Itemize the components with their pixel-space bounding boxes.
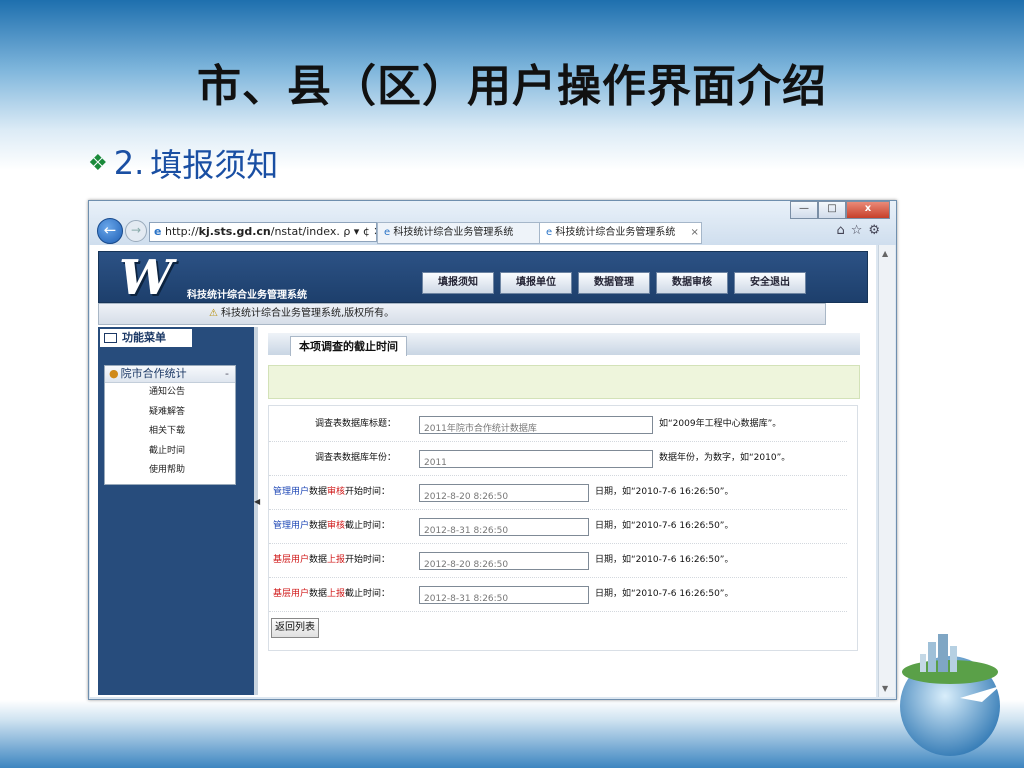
base-report-end-input[interactable]: 2012-8-31 8:26:50	[419, 586, 589, 604]
form-row: 基层用户数据上报开始时间： 2012-8-20 8:26:50 日期，如“201…	[269, 544, 847, 578]
form-row: 管理用户数据审核截止时间： 2012-8-31 8:26:50 日期，如“201…	[269, 510, 847, 544]
menu-data-manage[interactable]: 数据管理	[578, 272, 650, 294]
section-title: 本项调查的截止时间	[290, 336, 407, 356]
address-bar[interactable]: e http://kj.sts.gd.cn/nstat/index. ρ ▾ ¢…	[149, 222, 377, 242]
address-domain: kj.sts.gd.cn	[198, 225, 271, 238]
close-tab-icon[interactable]: ×	[691, 227, 699, 238]
sidebar-item-deadline[interactable]: 截止时间	[105, 442, 235, 462]
address-path: /nstat/index.	[270, 225, 340, 238]
field-label: 管理用户数据审核截止时间：	[273, 521, 391, 531]
field-hint: 日期，如“2010-7-6 16:26:50”。	[595, 487, 734, 497]
browser-toolbar-icons[interactable]: ⌂☆⚙	[836, 223, 886, 238]
menu-fill-notice[interactable]: 填报须知	[422, 272, 494, 294]
sidebar-item-help[interactable]: 使用帮助	[105, 461, 235, 481]
ie-tab-icon: e	[546, 227, 553, 238]
section-tab-bar: 本项调查的截止时间	[268, 333, 860, 356]
browser-tab-2[interactable]: e 科技统计综合业务管理系统 ×	[539, 222, 702, 244]
main-content: 本项调查的截止时间 调查表数据库标题： 2011年院市合作统计数据库 如“200…	[268, 327, 860, 697]
subtitle-text: 填报须知	[150, 146, 279, 184]
sidebar-group-label: 院市合作统计	[120, 367, 187, 380]
form-row: 管理用户数据审核开始时间： 2012-8-20 8:26:50 日期，如“201…	[269, 476, 847, 510]
collapse-icon[interactable]: -	[225, 366, 229, 382]
field-hint: 日期，如“2010-7-6 16:26:50”。	[595, 521, 734, 531]
system-name: 科技统计综合业务管理系统	[187, 290, 307, 301]
notice-text: 科技统计综合业务管理系统,版权所有。	[220, 308, 395, 319]
back-arrow-icon[interactable]: ←	[97, 218, 123, 244]
browser-titlebar: — □ x ← → e http://kj.sts.gd.cn/nstat/in…	[89, 201, 896, 245]
collapse-arrow-icon[interactable]: ◀	[254, 497, 260, 506]
warning-icon: ⚠	[209, 308, 218, 319]
app-header: W 科技统计综合业务管理系统 填报须知 填报单位 数据管理 数据审核 安全退出	[98, 250, 868, 306]
field-hint: 数据年份，为数字，如“2010”。	[659, 453, 791, 463]
minimize-button[interactable]: —	[790, 201, 818, 219]
menu-data-audit[interactable]: 数据审核	[656, 272, 728, 294]
form-row: 调查表数据库年份： 2011 数据年份，为数字，如“2010”。	[269, 442, 847, 476]
field-hint: 日期，如“2010-7-6 16:26:50”。	[595, 555, 734, 565]
browser-tab-1[interactable]: e 科技统计综合业务管理系统	[377, 222, 541, 244]
address-actions[interactable]: ρ ▾ ¢ ✕	[343, 225, 376, 238]
deadline-form: 调查表数据库标题： 2011年院市合作统计数据库 如“2009年工程中心数据库”…	[268, 405, 858, 651]
forward-arrow-icon[interactable]: →	[125, 220, 147, 242]
field-label: 调查表数据库标题：	[315, 419, 397, 429]
sidebar-item-faq[interactable]: 疑难解答	[105, 403, 235, 423]
sidebar-item-notice[interactable]: 通知公告	[105, 383, 235, 403]
diamond-bullet-icon: ❖	[88, 150, 108, 176]
subtitle-number: 2.	[113, 144, 145, 182]
top-menu: 填报须知 填报单位 数据管理 数据审核 安全退出	[422, 272, 806, 294]
user-icon: ●	[109, 367, 119, 380]
sidebar-group-header[interactable]: ● 院市合作统计 -	[105, 366, 235, 383]
sidebar: 功能菜单 ● 院市合作统计 - 通知公告 疑难解答 相关下载 截止时间 使用帮助	[98, 327, 254, 695]
browser-window: — □ x ← → e http://kj.sts.gd.cn/nstat/in…	[88, 200, 897, 700]
form-row: 基层用户数据上报截止时间： 2012-8-31 8:26:50 日期，如“201…	[269, 578, 847, 612]
tab-label: 科技统计综合业务管理系统	[393, 227, 514, 238]
scroll-up-icon[interactable]: ▲	[882, 249, 888, 258]
info-banner	[268, 365, 860, 399]
scroll-down-icon[interactable]: ▼	[882, 684, 888, 693]
ie-tab-icon: e	[384, 227, 391, 238]
field-label: 基层用户数据上报开始时间：	[273, 555, 391, 565]
app-logo: W	[119, 250, 173, 306]
monitor-icon	[104, 333, 117, 343]
maximize-button[interactable]: □	[818, 201, 846, 219]
field-hint: 日期，如“2010-7-6 16:26:50”。	[595, 589, 734, 599]
admin-audit-end-input[interactable]: 2012-8-31 8:26:50	[419, 518, 589, 536]
field-label: 基层用户数据上报截止时间：	[273, 589, 391, 599]
form-row: 调查表数据库标题： 2011年院市合作统计数据库 如“2009年工程中心数据库”…	[269, 408, 847, 442]
base-report-start-input[interactable]: 2012-8-20 8:26:50	[419, 552, 589, 570]
db-year-input[interactable]: 2011	[419, 450, 653, 468]
sidebar-tab[interactable]: 功能菜单	[100, 329, 192, 347]
address-prefix: http://	[164, 225, 199, 238]
globe-city-decoration-icon	[900, 634, 1000, 756]
menu-fill-unit[interactable]: 填报单位	[500, 272, 572, 294]
admin-audit-start-input[interactable]: 2012-8-20 8:26:50	[419, 484, 589, 502]
field-hint: 如“2009年工程中心数据库”。	[659, 419, 782, 429]
db-title-input[interactable]: 2011年院市合作统计数据库	[419, 416, 653, 434]
slide-subtitle: ❖ 2. 填报须知	[88, 140, 278, 186]
sidebar-tab-label: 功能菜单	[122, 331, 166, 344]
slide-title: 市、县（区）用户操作界面介绍	[197, 61, 827, 112]
ie-logo-icon: e	[154, 225, 162, 238]
field-label: 调查表数据库年份：	[315, 453, 397, 463]
sidebar-item-downloads[interactable]: 相关下载	[105, 422, 235, 442]
notice-bar: ⚠ 科技统计综合业务管理系统,版权所有。	[98, 303, 826, 325]
close-window-button[interactable]: x	[846, 201, 890, 219]
back-to-list-button[interactable]: 返回列表	[271, 618, 319, 638]
tab-label: 科技统计综合业务管理系统	[555, 227, 676, 238]
page-viewport: W 科技统计综合业务管理系统 填报须知 填报单位 数据管理 数据审核 安全退出 …	[90, 245, 876, 697]
field-label: 管理用户数据审核开始时间：	[273, 487, 391, 497]
sidebar-splitter[interactable]: ◀	[254, 327, 260, 695]
menu-logout[interactable]: 安全退出	[734, 272, 806, 294]
window-controls: — □ x	[790, 201, 890, 219]
sidebar-menu-box: ● 院市合作统计 - 通知公告 疑难解答 相关下载 截止时间 使用帮助	[104, 365, 236, 485]
